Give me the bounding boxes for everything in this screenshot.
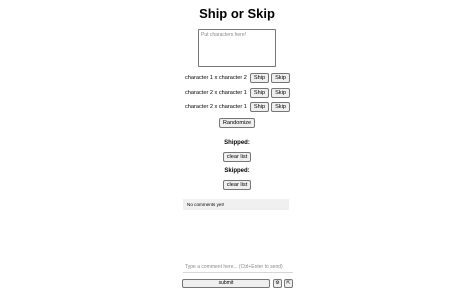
ship-button[interactable]: Ship	[249, 102, 270, 112]
clear-shipped-button[interactable]: clear list	[222, 152, 252, 162]
pair-row: character 2 x character 1 Ship Skip	[185, 88, 290, 98]
characters-input[interactable]	[198, 29, 276, 67]
shipped-clear-wrapper: clear list	[0, 152, 474, 162]
pair-label: character 2 x character 1	[185, 104, 247, 110]
shipped-heading: Shipped:	[224, 140, 250, 146]
page-title: Ship or Skip	[199, 6, 275, 21]
skipped-heading: Skipped:	[224, 168, 250, 174]
skip-button[interactable]: Skip	[271, 88, 290, 98]
submit-button[interactable]: submit	[182, 279, 270, 288]
skipped-clear-wrapper: clear list	[0, 180, 474, 190]
skip-button[interactable]: Skip	[271, 73, 290, 83]
clear-skipped-button[interactable]: clear list	[222, 180, 252, 190]
skip-button[interactable]: Skip	[271, 102, 290, 112]
randomize-button[interactable]: Randomize	[218, 118, 256, 128]
randomize-wrapper: Randomize	[0, 118, 474, 128]
ship-button[interactable]: Ship	[249, 88, 270, 98]
collapse-icon[interactable]: ⇱	[284, 279, 293, 288]
no-comments-text: No comments yet!	[187, 202, 225, 207]
pair-label: character 2 x character 1	[185, 90, 247, 96]
pair-row: character 2 x character 1 Ship Skip	[185, 102, 290, 112]
pair-row: character 1 x character 2 Ship Skip	[185, 73, 290, 83]
pair-label: character 1 x character 2	[185, 75, 247, 81]
gear-icon[interactable]: ⚙	[273, 279, 282, 288]
ship-button[interactable]: Ship	[249, 73, 270, 83]
comments-list: No comments yet!	[183, 199, 289, 210]
comment-input[interactable]	[183, 261, 293, 273]
comment-toolbar: submit ⚙ ⇱	[182, 279, 293, 288]
